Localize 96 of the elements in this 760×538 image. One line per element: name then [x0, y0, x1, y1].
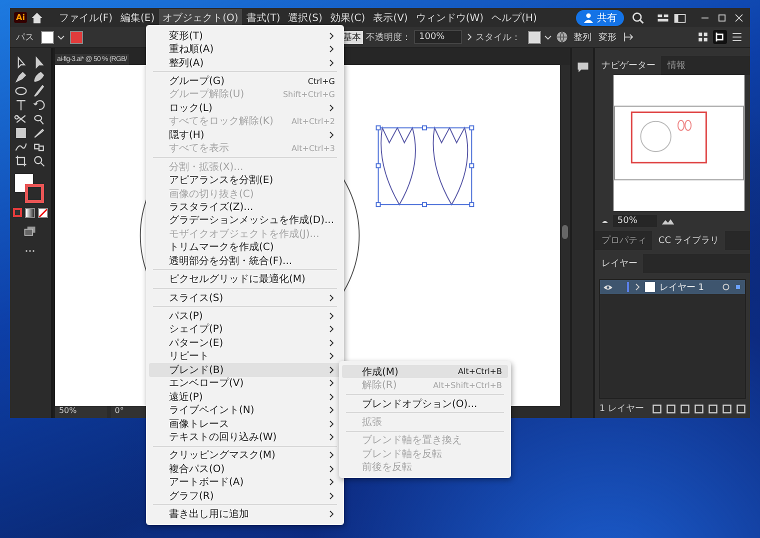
menu-bar-item[interactable]: 選択(S)	[284, 8, 326, 26]
menu-item[interactable]: 重ね順(A)	[149, 42, 341, 56]
menu-bar-item[interactable]: 表示(V)	[369, 8, 412, 26]
menu-item[interactable]: 透明部分を分割・統合(F)...	[149, 254, 341, 268]
panel-tab[interactable]: CC ライブラリ	[652, 231, 725, 250]
eye-icon[interactable]	[603, 284, 614, 290]
selection-bounding-box[interactable]	[376, 125, 474, 208]
menu-bar-item[interactable]: ウィンドウ(W)	[412, 8, 488, 26]
type-tool-icon[interactable]	[14, 98, 28, 112]
menu-item[interactable]: クリッピングマスク(M)	[149, 448, 341, 462]
shortcut-label: Alt+Ctrl+2	[291, 116, 335, 126]
panel-tab[interactable]: 情報	[661, 56, 692, 75]
menu-item[interactable]: シェイプ(P)	[149, 322, 341, 336]
opacity-field[interactable]: 100%	[414, 30, 462, 44]
brush-icon[interactable]	[32, 84, 46, 98]
color-mode-icon[interactable]	[12, 208, 22, 217]
menu-item[interactable]: 作成(M) Alt+Ctrl+B	[342, 365, 508, 378]
object-type-label: パス	[16, 32, 34, 44]
menu-bar-item[interactable]: ファイル(F)	[54, 8, 116, 26]
menu-item[interactable]: エンベロープ(V)	[149, 376, 341, 390]
style-label: スタイル：	[476, 32, 521, 44]
menu-item[interactable]: グラフ(R)	[149, 489, 341, 502]
menu-item[interactable]: ラスタライズ(Z)...	[149, 200, 341, 214]
arrange-icon[interactable]	[713, 30, 727, 44]
shortcut-label: Ctrl+G	[308, 76, 335, 86]
panel-tab[interactable]: プロパティ	[595, 231, 652, 250]
shortcut-label: Alt+Shift+Ctrl+B	[433, 380, 502, 390]
menu-bar-item[interactable]: ヘルプ(H)	[488, 8, 541, 26]
layer-thumbnail	[645, 282, 656, 292]
align-link[interactable]: 整列	[572, 30, 594, 44]
menu-bar-item[interactable]: オブジェクト(O)	[158, 8, 242, 26]
menu-item[interactable]: ロック(L)	[149, 101, 341, 115]
caret-icon[interactable]	[544, 33, 552, 41]
pen-icon[interactable]	[14, 70, 28, 84]
shortcut-label: Alt+Ctrl+B	[458, 367, 502, 376]
menu-item[interactable]: トリムマークを作成(C)	[149, 240, 341, 254]
menu-item[interactable]: ブレンドオプション(O)...	[342, 396, 508, 410]
menu-item[interactable]: 遠近(P)	[149, 390, 341, 404]
menu-item[interactable]: グラデーションメッシュを作成(D)...	[149, 214, 341, 228]
style-swatch[interactable]	[528, 30, 541, 44]
shortcut-label: Alt+Ctrl+3	[291, 144, 335, 153]
menu-item[interactable]: 画像トレース	[149, 416, 341, 430]
chevron-right-icon[interactable]	[633, 283, 642, 291]
menu-item[interactable]: テキストの回り込み(W)	[149, 430, 341, 444]
none-mode-icon[interactable]	[38, 208, 48, 218]
opacity-label: 不透明度：	[366, 32, 411, 44]
menu-item[interactable]: 隠す(H)	[149, 128, 341, 142]
comment-icon[interactable]	[576, 60, 590, 74]
target-circle-icon[interactable]	[722, 283, 730, 291]
caret-icon[interactable]	[57, 33, 65, 41]
menu-item[interactable]: 変形(T)	[149, 29, 341, 42]
share-button[interactable]: 共有	[576, 10, 624, 26]
menu-item[interactable]: ピクセルグリッドに最適化(M)	[149, 272, 341, 286]
menu-bar-item[interactable]: 編集(E)	[116, 8, 159, 26]
eyedropper-icon[interactable]	[32, 126, 46, 140]
list-icon[interactable]	[730, 30, 744, 44]
menu-item[interactable]: グループ(G) Ctrl+G	[149, 74, 341, 88]
home-icon[interactable]	[30, 10, 44, 24]
transform-link[interactable]: 変形	[596, 30, 619, 44]
gradient-icon[interactable]	[14, 126, 28, 140]
menu-item[interactable]: スライス(S)	[149, 290, 341, 304]
crop-icon[interactable]	[14, 154, 28, 168]
menu-bar-item[interactable]: 効果(C)	[326, 8, 370, 26]
anchor-icon[interactable]	[622, 30, 636, 44]
menu-item[interactable]: 書き出し用に追加	[149, 507, 341, 521]
menu-item[interactable]: ブレンド(B)	[149, 363, 341, 376]
chevron-right-icon[interactable]	[464, 33, 473, 41]
menu-item[interactable]: パターン(E)	[149, 336, 341, 350]
shortcut-label: Shift+Ctrl+G	[282, 90, 335, 99]
app-logo[interactable]: Ai	[14, 12, 27, 23]
stroke-swatch[interactable]	[70, 30, 83, 44]
layer-count: 1 レイヤー	[599, 403, 644, 415]
gradient-mode-icon[interactable]	[24, 208, 35, 218]
navigator-zoom-field[interactable]: 50%	[613, 215, 658, 227]
menu-item[interactable]: 複合パス(O)	[149, 462, 341, 476]
rotate-icon[interactable]	[32, 98, 46, 112]
menu-item[interactable]: アートボード(A)	[149, 476, 341, 489]
zoom-dropdown[interactable]: 50%	[54, 406, 107, 418]
globe-icon[interactable]	[554, 30, 569, 44]
screen-mode-icon[interactable]	[23, 224, 38, 238]
menu-item[interactable]: リピート	[149, 350, 341, 364]
panel-tab[interactable]: レイヤー	[595, 254, 644, 273]
curvature-pen-icon[interactable]	[32, 70, 46, 84]
fill-stroke-drawing[interactable]	[15, 174, 46, 202]
magnifier-icon[interactable]	[32, 154, 46, 168]
selected-square-icon[interactable]	[734, 283, 742, 291]
panel-tab[interactable]: ナビゲーター	[595, 56, 662, 75]
menu-item[interactable]: 整列(A)	[149, 56, 341, 70]
grid-icon[interactable]	[696, 30, 710, 44]
user-icon	[583, 12, 594, 23]
layer-row[interactable]: レイヤー 1	[600, 280, 745, 294]
menu-item[interactable]: アピアランスを分割(E)	[149, 173, 341, 187]
menu-item[interactable]: パス(P)	[149, 309, 341, 323]
menu-bar-item[interactable]: 書式(T)	[242, 8, 284, 26]
scrollbar-thumb[interactable]	[562, 225, 568, 239]
fill-swatch[interactable]	[41, 30, 54, 44]
